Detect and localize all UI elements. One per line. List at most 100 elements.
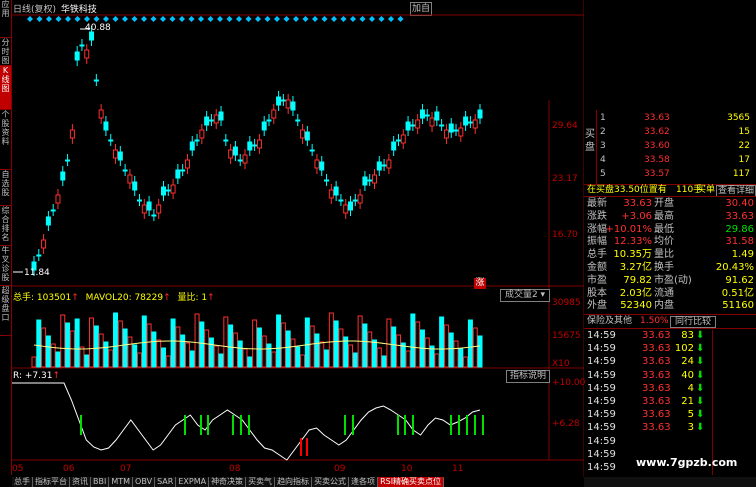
candle-body [463, 116, 469, 126]
volume-bar [237, 340, 243, 368]
bottom-tab-2[interactable]: 资讯 [70, 477, 91, 487]
compare-button[interactable]: 同行比较 [670, 316, 716, 328]
candle-body [314, 159, 320, 169]
chart-area[interactable] [12, 0, 584, 477]
order-row[interactable]: 5 33.57 117 [584, 169, 756, 180]
rsi-signal-up [344, 415, 346, 435]
bottom-tab-5[interactable]: OBV [133, 477, 156, 487]
left-tab-1[interactable]: 分时图 [0, 38, 11, 66]
bottom-tab-11[interactable]: 买卖公式 [312, 477, 350, 487]
volume-bar [151, 331, 157, 368]
date-label: 05 [12, 464, 24, 474]
bottom-tab-1[interactable]: 指标平台 [33, 477, 70, 487]
candle-body [285, 99, 291, 109]
volume-bar [213, 345, 219, 368]
volume-bar [439, 316, 445, 368]
rsi-line [12, 382, 481, 461]
bottom-tab-7[interactable]: EXPMA [176, 477, 210, 487]
volume-bar [381, 355, 387, 368]
volume-axis-label: X10 [552, 359, 570, 369]
candle-body [458, 127, 464, 137]
candle-body [391, 141, 397, 151]
volume-bar [242, 348, 248, 368]
price-axis-label: 16.70 [552, 230, 578, 240]
left-tab-0[interactable]: 应用 [0, 0, 11, 38]
left-tab-4[interactable]: 自选股 [0, 170, 11, 206]
candle-body [472, 119, 478, 129]
date-label: 11 [452, 464, 464, 474]
price-axis-label: 23.17 [552, 174, 578, 184]
signal-diamond [226, 16, 233, 22]
bottom-tab-9[interactable]: 买卖气 [246, 477, 276, 487]
bottom-tab-3[interactable]: BBI [91, 477, 110, 487]
stats-row: 涨幅 +10.01% 最低 29.86 [587, 223, 754, 235]
volume-bar [79, 346, 85, 368]
order-row[interactable]: 1 33.63 3565 [584, 113, 756, 124]
indicator-explain-button[interactable]: 指标说明 [506, 370, 550, 383]
volume-bar [194, 313, 200, 368]
order-row[interactable]: 4 33.58 17 [584, 155, 756, 166]
candle-body [328, 189, 334, 199]
sector-row: 保险及其他 1.50% 同行比较 [584, 316, 756, 328]
rsi-signal-up [200, 415, 202, 435]
volume-bar [333, 320, 339, 368]
candle-body [122, 169, 128, 172]
order-row[interactable]: 3 33.60 22 [584, 141, 756, 152]
candle-body [127, 174, 133, 184]
rsi-signal-up [458, 415, 460, 435]
volume-bar [410, 313, 416, 368]
volume-select[interactable]: 成交量2 ▾ [500, 289, 550, 302]
tick-row: 14:59 33.63 3 ⬇ [587, 422, 705, 434]
left-tab-6[interactable]: 牛叉诊股 [0, 246, 11, 286]
bottom-tab-6[interactable]: SAR [155, 477, 177, 487]
bottom-tab-8[interactable]: 神奇决策 [209, 477, 247, 487]
rsi-signal-up [397, 415, 399, 435]
candle-body [199, 129, 205, 139]
bottom-tab-4[interactable]: MTM [109, 477, 134, 487]
volume-bar [271, 351, 277, 368]
mavol: MAVOL20: 78229 [85, 293, 164, 303]
volume-bar [314, 333, 320, 368]
candle-body [151, 214, 157, 217]
bottom-tab-10[interactable]: 趋向指标 [275, 477, 313, 487]
left-tab-7[interactable]: 超级盘口 [0, 286, 11, 336]
candle-body [381, 164, 387, 167]
tick-row: 14:59 33.63 24 ⬇ [587, 356, 705, 368]
candle-body [218, 111, 224, 121]
volume-bar [319, 341, 325, 368]
candle-body [300, 129, 306, 139]
tick-row: 14:59 33.63 40 ⬇ [587, 369, 705, 381]
order-row[interactable]: 2 33.62 15 [584, 127, 756, 138]
volume-bar [304, 317, 310, 368]
signal-diamond [264, 16, 271, 22]
down-arrow-icon: ⬇ [696, 382, 705, 394]
candle-body [439, 124, 445, 127]
candle-body [367, 179, 373, 182]
volume-bar [93, 325, 99, 368]
down-arrow-icon: ⬇ [696, 330, 705, 341]
signal-diamond [359, 16, 366, 22]
volume-bar [348, 344, 354, 368]
date-label: 10 [401, 464, 413, 474]
volume-bar [170, 318, 176, 368]
candle-body [338, 199, 344, 202]
volume-bar [256, 327, 262, 368]
left-tab-2[interactable]: K线图 [0, 66, 11, 110]
signal-diamond [65, 16, 71, 22]
candle-body [429, 117, 435, 127]
candle-body [247, 141, 253, 151]
volume-bar [324, 349, 330, 368]
volume-indicator-line: 总手: 103501↑ MAVOL20: 78229↑ 量比: 1↑ [13, 293, 215, 303]
left-tab-3[interactable]: 个股资料 [0, 110, 11, 170]
bottom-tab-0[interactable]: 总手 [12, 477, 33, 487]
order-note: 在买盘33.50位置有 110手 买单! 查看详细 [587, 185, 756, 197]
tick-row: 14:59 [587, 435, 616, 447]
left-tab-5[interactable]: 综合排名 [0, 206, 11, 246]
bottom-tab-13[interactable]: RSI精确买卖点位 [378, 477, 445, 487]
watermark: www.7gpzb.com [636, 456, 738, 469]
bottom-tab-12[interactable]: 逢各项 [349, 477, 379, 487]
volume-axis-label: 30985 [552, 298, 581, 308]
volume-bar [141, 315, 147, 368]
signal-diamond [150, 16, 157, 22]
signal-diamond [84, 16, 90, 22]
